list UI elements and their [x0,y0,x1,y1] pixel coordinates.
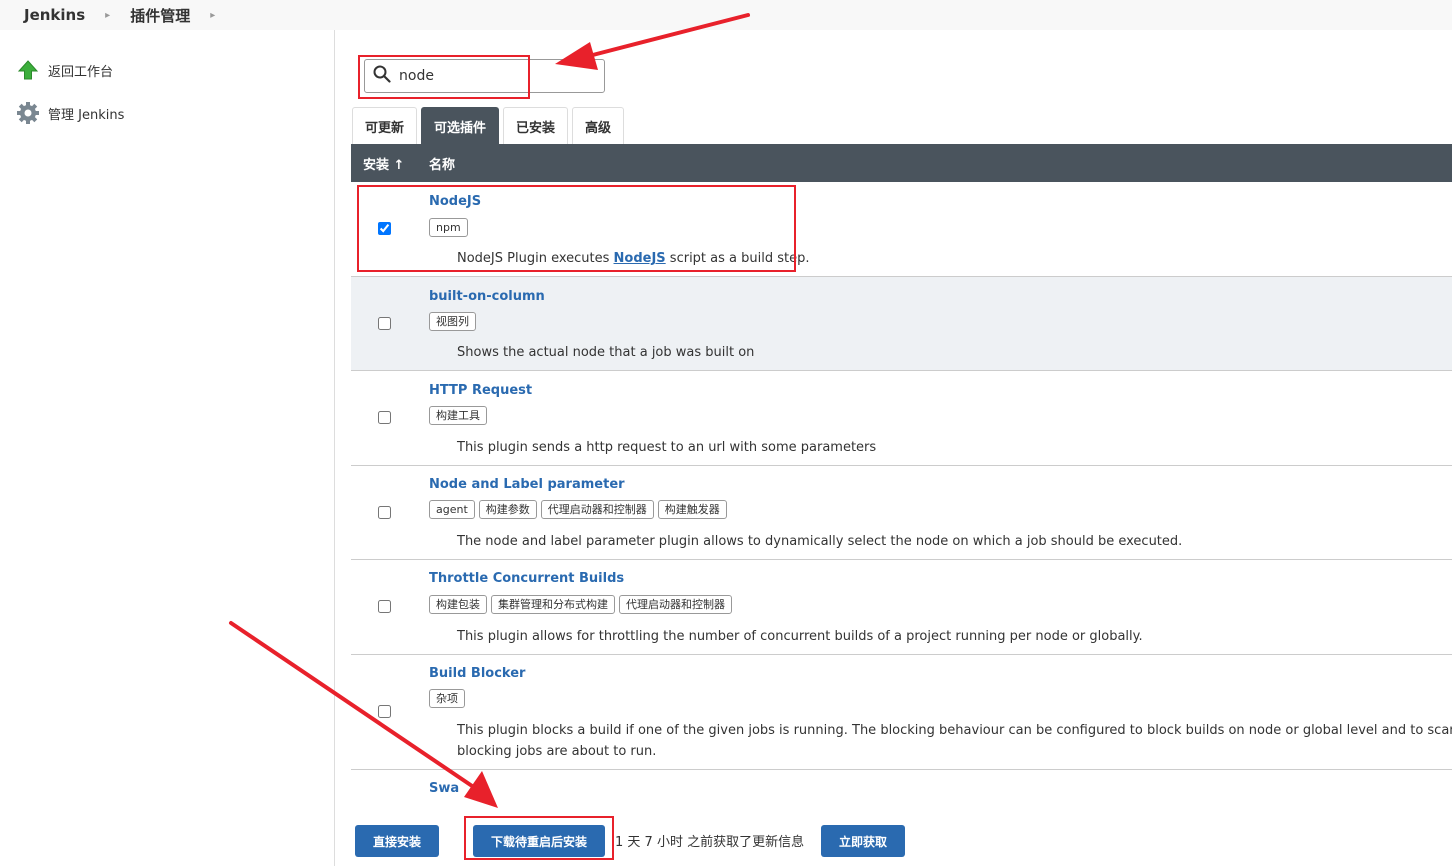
plugin-tag[interactable]: 构建包装 [429,595,487,614]
table-row: HTTP Request 构建工具 This plugin sends a ht… [351,371,1452,466]
sidebar-item-manage-jenkins[interactable]: 管理 Jenkins [16,101,124,125]
plugin-tag[interactable]: 集群管理和分布式构建 [491,595,615,614]
download-and-restart-button[interactable]: 下载待重启后安装 [473,825,605,857]
bottom-action-bar: 直接安装 下载待重启后安装 1 天 7 小时 之前获取了更新信息 立即获取 [336,811,1452,866]
plugin-name-link[interactable]: Node and Label parameter [429,477,625,492]
table-row: Build Blocker 杂项 This plugin blocks a bu… [351,655,1452,770]
install-checkbox[interactable] [378,506,391,519]
plugin-description: This plugin allows for throttling the nu… [457,629,1143,644]
install-checkbox[interactable] [378,222,391,235]
sidebar-item-label: 返回工作台 [48,64,114,80]
plugin-name-link[interactable]: HTTP Request [429,383,532,398]
plugin-tag[interactable]: 构建触发器 [657,500,727,519]
plugin-name-link[interactable]: Swa [429,781,459,796]
breadcrumb-plugin-manager[interactable]: 插件管理 [130,5,190,26]
plugin-description: Shows the actual node that a job was bui… [457,345,755,360]
plugin-tag[interactable]: 构建参数 [478,500,537,519]
plugin-table: 安装 ↑ 名称 NodeJS npm NodeJS Plugin execute… [351,144,1452,810]
breadcrumb-jenkins[interactable]: Jenkins [24,6,85,24]
breadcrumb-separator-icon: ▸ [210,9,216,21]
table-row: NodeJS npm NodeJS Plugin executes NodeJS… [351,182,1452,277]
plugin-tags: 视图列 [429,312,480,331]
description-line: This plugin blocks a build if one of the… [457,723,1452,738]
plugin-description: This plugin blocks a build if one of the… [457,720,1452,762]
plugin-search-box[interactable] [364,59,605,93]
plugin-description: NodeJS Plugin executes NodeJS script as … [457,248,809,269]
update-status-text: 1 天 7 小时 之前获取了更新信息 [615,835,805,850]
tab-installed[interactable]: 已安装 [503,107,569,144]
table-row: built-on-column 视图列 Shows the actual nod… [351,277,1452,371]
up-arrow-icon [16,58,40,82]
plugin-name-link[interactable]: Build Blocker [429,666,525,681]
install-checkbox[interactable] [378,411,391,424]
plugin-tabs: 可更新 可选插件 已安装 高级 [352,107,628,144]
plugin-tags: agent 构建参数 代理启动器和控制器 构建触发器 [429,500,731,519]
plugin-description: This plugin sends a http request to an u… [457,440,877,455]
breadcrumb-separator-icon: ▸ [105,9,111,21]
install-checkbox[interactable] [378,705,391,718]
plugin-tags: 杂项 [429,689,469,708]
plugin-tags: npm [429,218,472,237]
plugin-tags: 构建工具 [429,406,491,425]
breadcrumb: Jenkins ▸ 插件管理 ▸ [0,0,1452,30]
nodejs-link[interactable]: NodeJS [614,251,666,266]
plugin-name-link[interactable]: Throttle Concurrent Builds [429,571,624,586]
install-now-button[interactable]: 直接安装 [355,825,439,857]
search-input[interactable] [399,68,589,84]
install-checkbox[interactable] [378,600,391,613]
table-row: Throttle Concurrent Builds 构建包装 集群管理和分布式… [351,560,1452,655]
plugin-tag[interactable]: npm [429,218,468,237]
plugin-name-link[interactable]: NodeJS [429,194,481,209]
tab-available[interactable]: 可选插件 [421,107,500,144]
tab-advanced[interactable]: 高级 [572,107,625,144]
plugin-name-link[interactable]: built-on-column [429,289,545,304]
install-checkbox[interactable] [378,317,391,330]
description-line: blocking jobs are about to run. [457,744,657,759]
description-text: NodeJS Plugin executes [457,251,614,266]
table-row: Node and Label parameter agent 构建参数 代理启动… [351,466,1452,560]
plugin-tag[interactable]: 视图列 [429,312,476,331]
plugin-tag[interactable]: 杂项 [429,689,465,708]
plugin-tag[interactable]: 代理启动器和控制器 [540,500,654,519]
search-icon [373,65,391,87]
name-column-header[interactable]: 名称 [429,154,455,173]
plugin-tags: 构建包装 集群管理和分布式构建 代理启动器和控制器 [429,595,736,614]
table-header: 安装 ↑ 名称 [351,144,1452,182]
plugin-tag[interactable]: 代理启动器和控制器 [619,595,732,614]
sidebar-item-back-to-dashboard[interactable]: 返回工作台 [16,58,113,82]
description-text: script as a build step. [665,251,810,266]
fetch-now-button[interactable]: 立即获取 [821,825,905,857]
plugin-tag[interactable]: agent [429,500,475,519]
install-column-header[interactable]: 安装 ↑ [351,154,429,173]
sidebar-item-label: 管理 Jenkins [48,107,125,123]
plugin-description: The node and label parameter plugin allo… [457,534,1183,549]
tab-updates[interactable]: 可更新 [352,107,418,144]
gear-icon [16,101,40,125]
sidebar: 返回工作台 管理 Jenkins [0,30,335,866]
table-row: Swa [351,770,1452,810]
plugin-tag[interactable]: 构建工具 [429,406,487,425]
